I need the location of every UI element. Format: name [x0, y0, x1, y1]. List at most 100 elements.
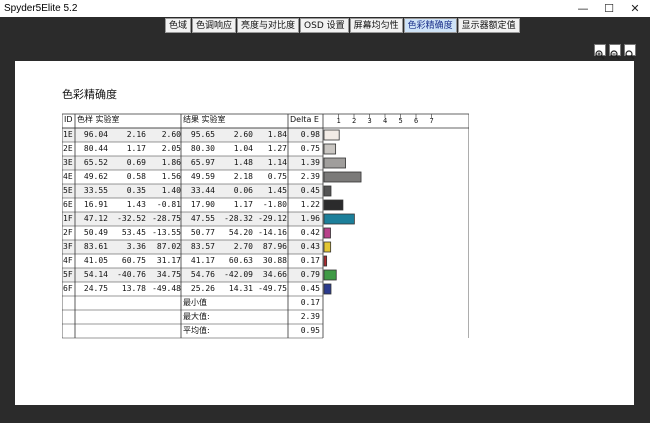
result-b-value: 1.84	[267, 130, 287, 139]
zoom-controls	[591, 44, 636, 60]
axis-tick-label: 7	[429, 117, 434, 125]
sample-a-value: -40.76	[117, 270, 146, 279]
sample-a-value: 1.43	[126, 200, 146, 209]
sample-l-value: 96.04	[83, 130, 108, 139]
zoom-in-icon[interactable]	[594, 44, 606, 60]
tab-1[interactable]: 色调响应	[192, 18, 237, 33]
tab-0[interactable]: 色域	[165, 18, 192, 33]
sample-a-value: 3.36	[126, 242, 146, 251]
summary-value: 0.17	[300, 298, 320, 307]
delta-e-value: 1.96	[300, 214, 320, 223]
sample-a-value: 0.69	[126, 158, 146, 167]
table-row-id: 2F	[63, 228, 73, 237]
title-bar: Spyder5Elite 5.2 — ☐ ✕	[0, 0, 650, 17]
sample-a-value: -32.52	[117, 214, 146, 223]
delta-e-value: 0.43	[300, 242, 320, 251]
result-l-value: 41.17	[190, 256, 215, 265]
sample-b-value: 1.56	[161, 172, 181, 181]
result-l-value: 50.77	[190, 228, 215, 237]
axis-tick-label: 5	[398, 117, 403, 125]
delta-e-bar-2F	[323, 227, 331, 239]
delta-e-bar-1F	[323, 213, 355, 225]
zoom-out-icon[interactable]	[609, 44, 621, 60]
axis-tick-label: 1	[336, 117, 341, 125]
tab-3[interactable]: OSD 设置	[300, 18, 349, 33]
table-row-id: 5F	[63, 270, 73, 279]
result-b-value: 1.27	[267, 144, 287, 153]
delta-e-bar-3F	[323, 241, 332, 253]
sample-l-value: 49.62	[83, 172, 108, 181]
delta-e-value: 0.42	[300, 228, 320, 237]
tab-2[interactable]: 亮度与对比度	[237, 18, 300, 33]
delta-e-bar-4F	[323, 255, 328, 267]
result-l-value: 83.57	[190, 242, 215, 251]
sample-a-value: 13.78	[121, 284, 146, 293]
result-l-value: 65.97	[190, 158, 215, 167]
summary-label: 平均值:	[183, 326, 210, 335]
sample-a-value: 53.45	[121, 228, 146, 237]
sample-b-value: 2.60	[161, 130, 181, 139]
result-a-value: 1.04	[233, 144, 253, 153]
delta-e-value: 0.98	[300, 130, 320, 139]
result-l-value: 54.76	[190, 270, 215, 279]
delta-e-value: 0.79	[300, 270, 320, 279]
result-a-value: 14.31	[228, 284, 253, 293]
color-accuracy-table: ID 色样 实验室 结果 实验室 Delta E 1 2 3 4 5 6 7 1E 96.04 2…	[62, 113, 469, 356]
delta-e-bar-1E	[323, 129, 340, 141]
result-a-value: 0.06	[233, 186, 253, 195]
sample-l-value: 41.05	[83, 256, 108, 265]
delta-e-bar-5F	[323, 269, 337, 281]
sample-a-value: 60.75	[121, 256, 146, 265]
table-row-id: 3F	[63, 242, 73, 251]
application-window: Spyder5Elite 5.2 — ☐ ✕ 色域 色调响应 亮度与对比度 OSD 设…	[0, 0, 650, 423]
sample-a-value: 0.35	[126, 186, 146, 195]
table-row-id: 4E	[63, 172, 73, 181]
result-b-value: -14.16	[258, 228, 287, 237]
delta-e-value: 2.39	[300, 172, 320, 181]
result-a-value: 2.70	[233, 242, 253, 251]
sample-b-value: -0.81	[156, 200, 181, 209]
sample-a-value: 0.58	[126, 172, 146, 181]
sample-b-value: 1.86	[161, 158, 181, 167]
sample-l-value: 16.91	[83, 200, 108, 209]
delta-e-bar-6E	[323, 199, 344, 211]
result-a-value: -28.32	[224, 214, 253, 223]
sample-l-value: 65.52	[83, 158, 108, 167]
tab-5[interactable]: 色彩精确度	[403, 18, 457, 33]
result-b-value: 1.45	[267, 186, 287, 195]
sample-b-value: -49.48	[152, 284, 181, 293]
sample-b-value: -28.75	[152, 214, 181, 223]
sample-b-value: -13.55	[152, 228, 181, 237]
maximize-button[interactable]: ☐	[596, 0, 622, 17]
delta-e-bar-3E	[323, 157, 346, 169]
tab-6[interactable]: 显示器额定值	[457, 18, 520, 33]
table-row-id: 3E	[63, 158, 73, 167]
result-a-value: 1.17	[233, 200, 253, 209]
summary-value: 2.39	[300, 312, 320, 321]
result-a-value: 2.18	[233, 172, 253, 181]
result-b-value: 87.96	[262, 242, 287, 251]
result-b-value: -49.75	[258, 284, 287, 293]
delta-e-value: 0.75	[300, 144, 320, 153]
result-b-value: 30.88	[262, 256, 287, 265]
header-result: 结果 实验室	[183, 115, 226, 124]
sample-b-value: 1.40	[161, 186, 181, 195]
tab-bar: 色域 色调响应 亮度与对比度 OSD 设置 屏幕均匀性 色彩精确度 显示器额定值	[165, 18, 521, 33]
table-row-id: 4F	[63, 256, 73, 265]
minimize-button[interactable]: —	[570, 0, 596, 17]
sample-a-value: 2.16	[126, 130, 146, 139]
sample-l-value: 54.14	[83, 270, 108, 279]
close-button[interactable]: ✕	[622, 0, 648, 17]
zoom-fit-icon[interactable]	[624, 44, 636, 60]
sample-l-value: 83.61	[83, 242, 108, 251]
summary-label: 最小值	[183, 298, 207, 307]
sample-l-value: 80.44	[83, 144, 108, 153]
table-row-id: 6E	[63, 200, 73, 209]
tab-4[interactable]: 屏幕均匀性	[349, 18, 403, 33]
delta-e-bar-6F	[323, 283, 332, 295]
delta-e-value: 0.45	[300, 186, 320, 195]
result-l-value: 33.44	[190, 186, 215, 195]
result-l-value: 80.30	[190, 144, 215, 153]
axis-tick-label: 3	[367, 117, 372, 125]
report-title: 色彩精确度	[62, 88, 117, 101]
